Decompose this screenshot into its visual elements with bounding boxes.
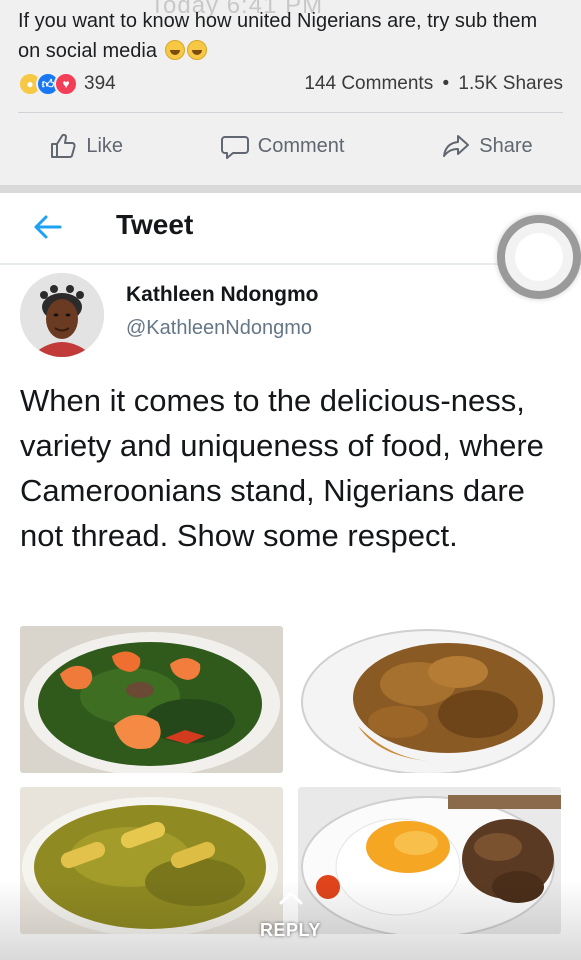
tweet-text: When it comes to the delicious-ness, var…	[20, 383, 544, 553]
comment-button[interactable]: Comment	[220, 131, 345, 161]
food-image	[20, 626, 283, 773]
laughing-emoji-icon	[186, 40, 207, 60]
share-arrow-icon	[443, 135, 470, 157]
tweet-header: Tweet	[0, 193, 581, 265]
post-actions: Like Comment Share	[0, 128, 581, 164]
avatar-portrait	[20, 273, 104, 357]
avatar[interactable]	[20, 273, 104, 357]
post-text: If you want to know how united Nigerians…	[18, 6, 563, 66]
photo-food-1[interactable]	[20, 626, 283, 773]
food-image	[298, 626, 561, 773]
shares-count[interactable]: 1.5K Shares	[458, 73, 563, 94]
reactions-summary[interactable]: ● 👍︎ ♥ 394	[18, 72, 116, 96]
share-label: Share	[479, 134, 533, 157]
chevron-up-icon[interactable]	[278, 890, 304, 906]
love-icon: ♥	[54, 72, 78, 96]
share-button[interactable]: Share	[441, 131, 533, 161]
laughing-emoji-icon	[164, 40, 185, 60]
like-button[interactable]: Like	[48, 131, 123, 161]
reactions-bar: ● 👍︎ ♥ 394 144 Comments • 1.5K Shares	[18, 70, 563, 98]
back-arrow-icon[interactable]	[30, 209, 66, 245]
like-label: Like	[86, 134, 124, 157]
tweet-screenshot: Tweet Kathleen Ndongmo @KathleenNdongmo …	[0, 193, 581, 960]
author-name[interactable]: Kathleen Ndongmo	[126, 283, 319, 307]
photo-food-2[interactable]	[298, 626, 561, 773]
reaction-count: 394	[84, 73, 116, 94]
comments-count[interactable]: 144 Comments	[304, 73, 433, 94]
speech-bubble-icon	[220, 136, 249, 159]
thumbs-up-icon	[51, 133, 76, 158]
comment-label: Comment	[257, 134, 345, 157]
author-handle[interactable]: @KathleenNdongmo	[126, 317, 312, 340]
stats-separator: •	[442, 73, 450, 94]
post-text-content: If you want to know how united Nigerians…	[18, 10, 538, 62]
page-title: Tweet	[116, 209, 194, 240]
divider	[0, 185, 581, 193]
floating-button[interactable]	[497, 215, 581, 299]
engagement-stats: 144 Comments • 1.5K Shares	[300, 73, 563, 95]
divider	[18, 112, 563, 113]
reply-button[interactable]: REPLY	[260, 920, 321, 941]
facebook-post: Today 6:41 PM If you want to know how un…	[0, 0, 581, 185]
